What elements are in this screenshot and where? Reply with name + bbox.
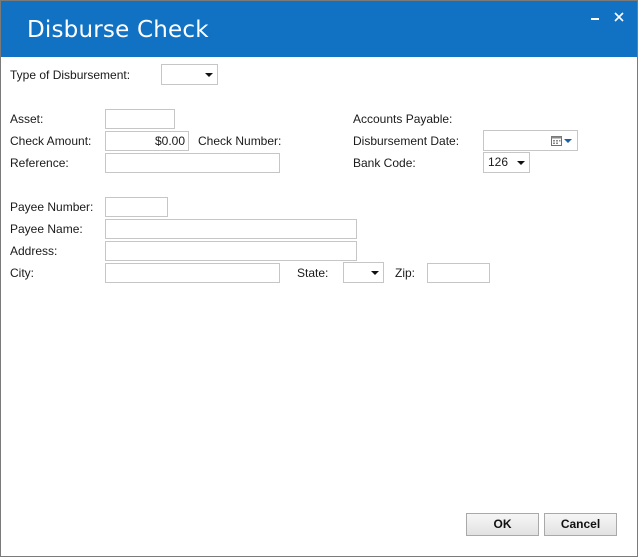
chevron-down-icon[interactable] (564, 139, 572, 143)
zip-label: Zip: (395, 266, 416, 280)
reference-input[interactable] (105, 153, 280, 173)
chevron-down-icon (517, 161, 525, 165)
bank-code-value: 126 (488, 155, 509, 169)
chevron-down-icon (205, 73, 213, 77)
accounts-payable-label: Accounts Payable: (353, 112, 453, 126)
close-icon (614, 12, 624, 22)
state-label: State: (297, 266, 329, 280)
payee-number-label: Payee Number: (10, 200, 94, 214)
chevron-down-icon (371, 271, 379, 275)
check-amount-input[interactable]: $0.00 (105, 131, 189, 151)
check-number-label: Check Number: (198, 134, 282, 148)
disburse-check-window: Disburse Check Type of Disbursement: Ass… (0, 0, 638, 557)
close-button[interactable] (609, 7, 629, 27)
payee-number-input[interactable] (105, 197, 168, 217)
window-title: Disburse Check (27, 17, 209, 43)
disbursement-date-picker[interactable] (483, 130, 578, 151)
cancel-button[interactable]: Cancel (544, 513, 617, 536)
check-amount-label: Check Amount: (10, 134, 92, 148)
minimize-icon (591, 18, 599, 20)
disbursement-date-label: Disbursement Date: (353, 134, 460, 148)
calendar-icon[interactable] (551, 135, 562, 146)
payee-name-label: Payee Name: (10, 222, 83, 236)
address-input[interactable] (105, 241, 357, 261)
address-label: Address: (10, 244, 58, 258)
minimize-button[interactable] (585, 7, 605, 27)
type-of-disbursement-label: Type of Disbursement: (10, 68, 131, 82)
ok-button[interactable]: OK (466, 513, 539, 536)
asset-label: Asset: (10, 112, 44, 126)
zip-input[interactable] (427, 263, 490, 283)
bank-code-select[interactable]: 126 (483, 152, 530, 173)
reference-label: Reference: (10, 156, 69, 170)
payee-name-input[interactable] (105, 219, 357, 239)
asset-input[interactable] (105, 109, 175, 129)
title-bar: Disburse Check (1, 1, 637, 57)
type-of-disbursement-select[interactable] (161, 64, 218, 85)
city-input[interactable] (105, 263, 280, 283)
state-select[interactable] (343, 262, 384, 283)
city-label: City: (10, 266, 34, 280)
bank-code-label: Bank Code: (353, 156, 416, 170)
